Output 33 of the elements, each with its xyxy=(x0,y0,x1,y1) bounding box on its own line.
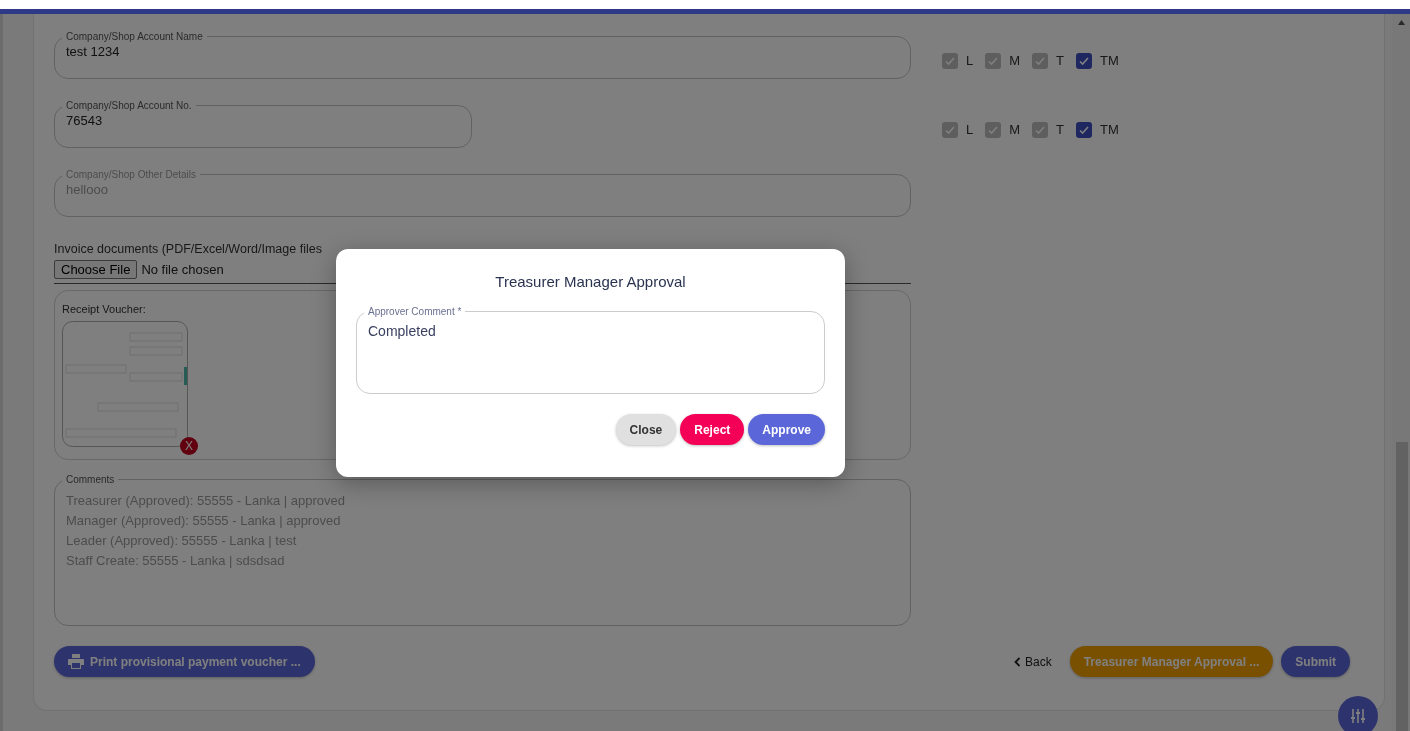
back-link[interactable]: Back xyxy=(1014,654,1052,669)
checkbox[interactable] xyxy=(1076,121,1093,138)
upload-label: Invoice documents (PDF/Excel/Word/Image files xyxy=(54,242,322,256)
checkbox-label: TM xyxy=(1100,122,1119,137)
receipt-label: Receipt Voucher: xyxy=(62,303,146,315)
sliders-icon xyxy=(1350,708,1366,724)
dialog-button[interactable]: Close xyxy=(615,414,677,445)
field-label: Comments xyxy=(65,474,116,485)
action-button[interactable]: Submit xyxy=(1281,646,1350,677)
scroll-up-icon[interactable] xyxy=(1397,20,1405,25)
checkbox-label: M xyxy=(1009,53,1021,68)
checkbox-label: L xyxy=(966,53,974,68)
comment-field[interactable]: Approver Comment * Completed xyxy=(356,306,825,394)
remove-button[interactable]: X xyxy=(180,437,198,455)
dialog-title: Treasurer Manager Approval xyxy=(494,273,687,290)
checkbox-label: L xyxy=(966,122,974,137)
print-button[interactable]: Print provisional payment voucher ... xyxy=(54,646,315,677)
choose-file-button[interactable]: Choose File xyxy=(54,260,138,279)
printer-icon xyxy=(68,654,84,669)
field-label: Company/Shop Account Name xyxy=(65,31,204,42)
dialog-button[interactable]: Reject xyxy=(680,414,745,445)
checkbox-label: TM xyxy=(1100,53,1119,68)
checkbox-label: T xyxy=(1056,122,1065,137)
text-field[interactable]: Company/Shop Account No. 76543 xyxy=(54,100,472,148)
chevron-left-icon xyxy=(1014,656,1021,667)
file-status: No file chosen xyxy=(141,262,224,277)
dialog-button[interactable]: Approve xyxy=(748,414,825,445)
checkbox-label: M xyxy=(1009,122,1021,137)
text-field[interactable]: Company/Shop Account Name test 1234 xyxy=(54,31,911,79)
field-label: Approver Comment * xyxy=(367,306,463,317)
checkbox[interactable] xyxy=(1076,52,1093,69)
checkbox-label: T xyxy=(1056,53,1065,68)
field-label: Company/Shop Account No. xyxy=(65,100,193,111)
